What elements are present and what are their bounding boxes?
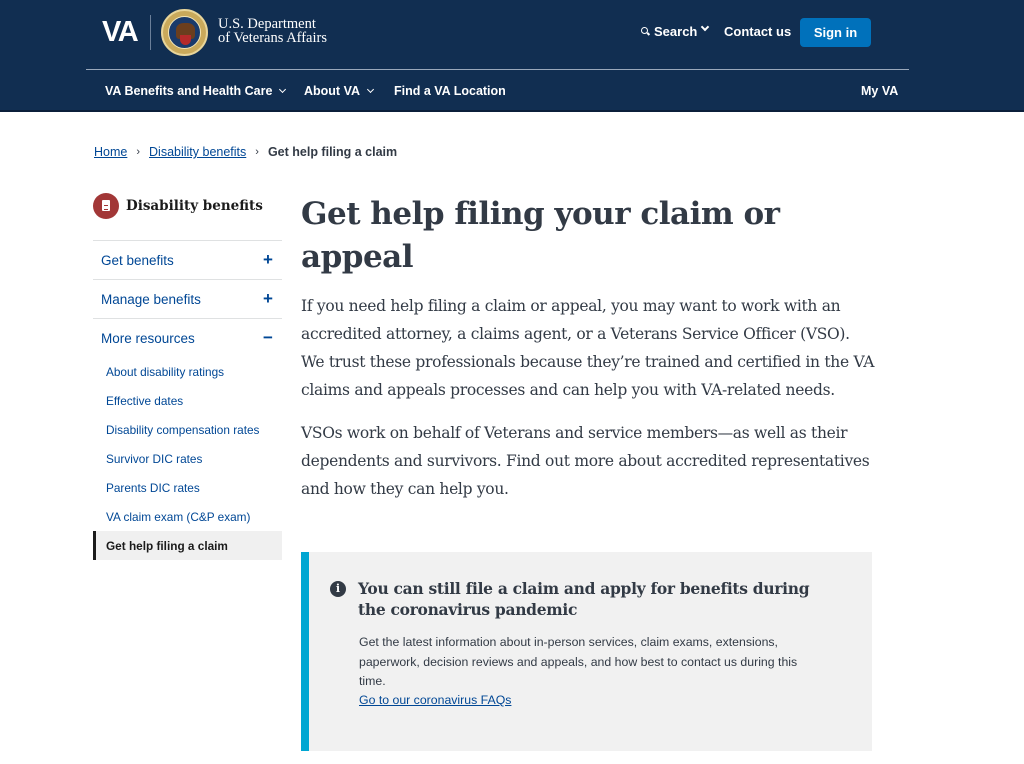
section-label: Get benefits	[101, 252, 174, 268]
document-icon	[93, 193, 119, 219]
page-title: Get help filing your claim or appeal	[301, 196, 780, 275]
section-label: Manage benefits	[101, 291, 201, 307]
info-icon: i	[330, 581, 346, 597]
intro-paragraph: If you need help filing a claim or appea…	[301, 297, 875, 399]
sidebar-item-get-help-filing[interactable]: Get help filing a claim	[93, 531, 282, 560]
chevron-down-icon	[279, 85, 287, 94]
department-line-1: U.S. Department	[218, 16, 316, 32]
breadcrumb-separator: ›	[136, 146, 141, 158]
minus-icon[interactable]: −	[262, 328, 274, 348]
main-content: Get help filing your claim or appeal If …	[301, 193, 881, 503]
nav-benefits-health-care[interactable]: VA Benefits and Health Care	[105, 84, 287, 98]
nav-find-location[interactable]: Find a VA Location	[394, 84, 506, 98]
alert-title: You can still file a claim and apply for…	[358, 579, 810, 619]
shield-icon	[180, 35, 191, 45]
sidebar-item-about-disability-ratings[interactable]: About disability ratings	[93, 357, 282, 386]
nav-label: Find a VA Location	[394, 84, 506, 98]
breadcrumb-current: Get help filing a claim	[267, 145, 398, 159]
va-seal-icon[interactable]	[161, 9, 208, 56]
sidebar-sections: Get benefits + Manage benefits + More re…	[93, 240, 282, 560]
nav-label: My VA	[861, 84, 899, 98]
sign-in-button[interactable]: Sign in	[800, 18, 871, 47]
chevron-down-icon	[366, 85, 375, 94]
sidebar-item-compensation-rates[interactable]: Disability compensation rates	[93, 415, 282, 444]
va-logo[interactable]: VA	[102, 15, 139, 49]
sidebar-item-claim-exam[interactable]: VA claim exam (C&P exam)	[93, 502, 282, 531]
nav-my-va[interactable]: My VA	[861, 84, 898, 98]
breadcrumb-disability-benefits[interactable]: Disability benefits	[149, 145, 246, 159]
breadcrumb-separator: ›	[255, 146, 259, 158]
nav-label: About VA	[304, 84, 361, 98]
sidebar-item-parents-dic-rates[interactable]: Parents DIC rates	[93, 473, 282, 502]
plus-icon[interactable]: +	[262, 250, 274, 270]
search-icon	[641, 27, 650, 36]
sidebar-subitems: About disability ratings Effective dates…	[93, 357, 282, 560]
department-line-2: of Veterans Affairs	[218, 30, 327, 46]
sidebar-section-manage-benefits[interactable]: Manage benefits +	[93, 279, 282, 318]
search-button[interactable]: Search	[641, 24, 697, 39]
seal-inner	[168, 16, 201, 49]
contact-us-link[interactable]: Contact us	[724, 24, 791, 39]
site-header: VA U.S. Department of Veterans Affairs S…	[0, 0, 1024, 111]
info-alert: i You can still file a claim and apply f…	[301, 552, 872, 751]
nav-about-va[interactable]: About VA	[304, 84, 375, 98]
search-label: Search	[654, 24, 698, 39]
plus-icon[interactable]: +	[262, 289, 274, 309]
sidebar-section-more-resources[interactable]: More resources −	[93, 318, 282, 357]
nav-label: VA Benefits and Health Care	[105, 84, 273, 98]
header-divider	[86, 69, 909, 70]
chevron-down-icon[interactable]	[700, 22, 710, 32]
sidebar-item-survivor-dic-rates[interactable]: Survivor DIC rates	[93, 444, 282, 473]
sidebar-title: Disability benefits	[126, 198, 263, 214]
breadcrumb: Home › Disability benefits › Get help fi…	[94, 145, 397, 159]
breadcrumb-home[interactable]: Home	[94, 145, 127, 159]
sidebar-item-effective-dates[interactable]: Effective dates	[93, 386, 282, 415]
sidebar-header: Disability benefits	[93, 190, 282, 222]
section-label: More resources	[101, 330, 195, 346]
sidebar-nav: Disability benefits Get benefits + Manag…	[93, 190, 282, 560]
vso-paragraph: VSOs work on behalf of Veterans and serv…	[301, 424, 870, 498]
header-bottom-border	[0, 110, 1024, 112]
department-name[interactable]: U.S. Department of Veterans Affairs	[218, 16, 327, 46]
logo-divider	[150, 15, 151, 50]
sidebar-section-get-benefits[interactable]: Get benefits +	[93, 240, 282, 279]
coronavirus-faqs-link[interactable]: Go to our coronavirus FAQs	[359, 693, 511, 707]
alert-body: Get the latest information about in-pers…	[359, 635, 798, 688]
